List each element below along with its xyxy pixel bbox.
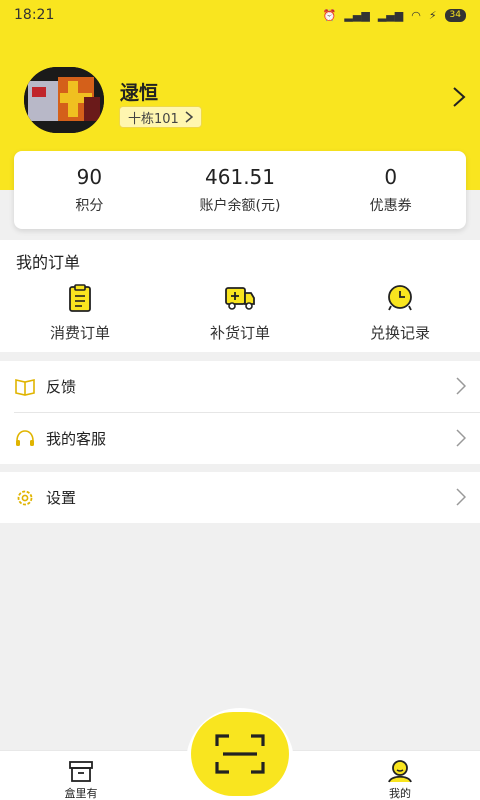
stat-label: 优惠券 <box>369 198 412 214</box>
order-exchange[interactable]: 兑换记录 <box>320 284 480 343</box>
stat-label: 账户余额(元) <box>199 198 281 214</box>
scan-button[interactable] <box>191 712 289 796</box>
scan-icon <box>215 734 265 774</box>
nav-label: 盒里有 <box>64 787 98 800</box>
status-icons: ⏰ ▂▄▆ ▂▄▆ ◠ ⚡ 34 <box>322 8 466 22</box>
stat-value: 461.51 <box>205 165 275 189</box>
status-time: 18:21 <box>14 7 55 23</box>
signal-icon-2: ▂▄▆ <box>377 8 404 22</box>
chevron-right-icon <box>185 111 193 123</box>
signal-icon: ▂▄▆ <box>344 8 370 22</box>
order-consumption[interactable]: 消费订单 <box>0 284 160 343</box>
status-bar: 18:21 ⏰ ▂▄▆ ▂▄▆ ◠ ⚡ 34 <box>0 0 480 30</box>
menu-group-settings: 设置 <box>0 472 480 523</box>
alarm-icon: ⏰ <box>322 8 337 22</box>
room-label: 十栋101 <box>128 111 179 127</box>
menu-item-feedback[interactable]: 反馈 <box>0 361 480 412</box>
orders-title: 我的订单 <box>16 253 81 272</box>
profile-chevron-icon[interactable] <box>452 86 466 108</box>
chevron-right-icon <box>456 488 466 506</box>
charging-icon: ⚡ <box>428 8 437 22</box>
book-icon <box>15 378 35 396</box>
nav-home[interactable]: 盒里有 <box>41 759 121 800</box>
wifi-icon: ◠ <box>411 8 421 22</box>
order-label: 消费订单 <box>49 324 110 342</box>
menu-item-service[interactable]: 我的客服 <box>0 413 480 464</box>
menu-group-support: 反馈 我的客服 <box>0 361 480 464</box>
order-restock[interactable]: 补货订单 <box>160 284 320 343</box>
order-label: 兑换记录 <box>369 324 430 342</box>
stat-label: 积分 <box>75 198 104 214</box>
menu-label: 设置 <box>46 489 77 507</box>
menu-label: 反馈 <box>46 378 77 396</box>
clipboard-icon <box>69 284 91 312</box>
avatar[interactable] <box>24 67 104 133</box>
box-icon <box>69 761 93 782</box>
battery-icon: 34 <box>444 8 466 22</box>
truck-icon <box>225 287 255 310</box>
clock-icon <box>388 285 412 311</box>
stat-points[interactable]: 90 积分 <box>14 151 165 229</box>
order-label: 补货订单 <box>209 324 270 342</box>
stats-card: 90 积分 461.51 账户余额(元) 0 优惠券 <box>14 151 466 229</box>
chevron-right-icon <box>456 377 466 395</box>
room-badge[interactable]: 十栋101 <box>119 106 202 128</box>
stat-balance[interactable]: 461.51 账户余额(元) <box>165 151 316 229</box>
stat-value: 0 <box>384 165 398 189</box>
orders-section: 我的订单 消费订单 补货订单 兑换记录 <box>0 240 480 352</box>
menu-label: 我的客服 <box>46 430 107 448</box>
user-icon <box>388 760 412 783</box>
chevron-right-icon <box>456 429 466 447</box>
menu-item-settings[interactable]: 设置 <box>0 472 480 523</box>
gear-icon <box>17 490 33 505</box>
stat-value: 90 <box>76 165 103 189</box>
user-name: 逯恒 <box>120 82 159 104</box>
nav-mine[interactable]: 我的 <box>360 759 440 800</box>
headset-icon <box>16 429 34 446</box>
stat-coupons[interactable]: 0 优惠券 <box>315 151 466 229</box>
nav-label: 我的 <box>389 787 411 800</box>
